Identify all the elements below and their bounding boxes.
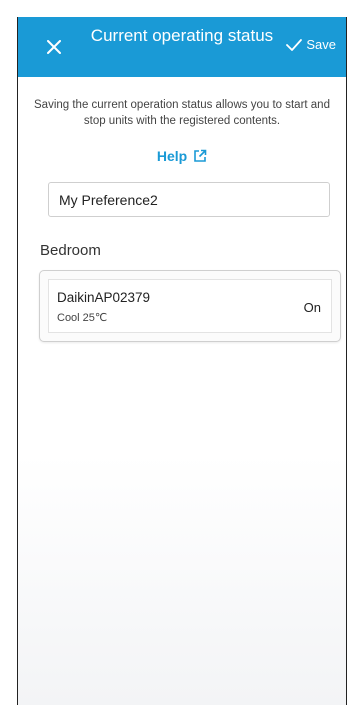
save-label: Save	[306, 37, 336, 52]
unit-mode: Cool 25℃	[57, 312, 108, 324]
save-button[interactable]: Save	[286, 37, 336, 52]
close-button[interactable]	[38, 31, 70, 63]
check-icon	[286, 38, 303, 51]
header-bar: Current operating status Save	[18, 17, 346, 77]
app-screen: Current operating status Save Saving the…	[17, 17, 347, 705]
unit-card[interactable]: DaikinAP02379 Cool 25℃ On	[39, 270, 341, 342]
room-label: Bedroom	[40, 242, 101, 259]
page-title: Current operating status	[90, 26, 274, 45]
unit-name: DaikinAP02379	[57, 290, 151, 305]
close-icon	[47, 40, 61, 54]
preference-name-input[interactable]	[48, 182, 330, 217]
description-text: Saving the current operation status allo…	[34, 99, 330, 127]
external-link-icon	[194, 149, 207, 162]
unit-row[interactable]: DaikinAP02379 Cool 25℃ On	[48, 279, 332, 333]
help-label: Help	[156, 148, 188, 164]
unit-status: On	[303, 300, 321, 315]
help-link[interactable]: Help	[18, 148, 346, 164]
content-background	[18, 77, 346, 705]
